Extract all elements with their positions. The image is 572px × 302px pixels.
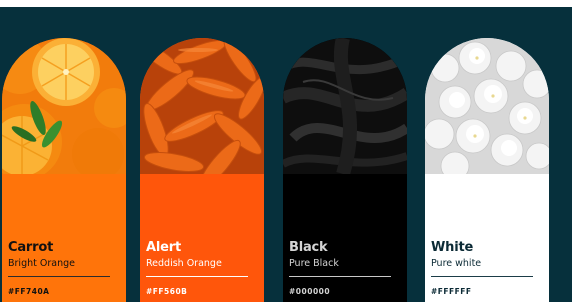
swatch-hex-code: #000000	[289, 287, 331, 296]
palette-canvas: Carrot Bright Orange #FF740A Alert Reddi…	[0, 0, 572, 302]
swatch-name: Black	[289, 240, 328, 255]
swatch-hex-code: #FF740A	[8, 287, 50, 296]
swatch-subtitle: Bright Orange	[8, 258, 75, 269]
swatch-card-black: Black Pure Black #000000	[283, 38, 407, 302]
swatch-divider	[146, 276, 248, 277]
swatch-card-alert: Alert Reddish Orange #FF560B	[140, 38, 264, 302]
swatch-divider	[289, 276, 391, 277]
swatch-name: Carrot	[8, 240, 54, 255]
oranges-photo	[2, 38, 126, 174]
swatch-divider	[8, 276, 110, 277]
carrots-photo	[140, 38, 264, 174]
swatch-card-carrot: Carrot Bright Orange #FF740A	[2, 38, 126, 302]
black-silk-photo	[283, 38, 407, 174]
swatch-subtitle: Pure Black	[289, 258, 339, 269]
swatch-divider	[431, 276, 533, 277]
swatch-subtitle: Reddish Orange	[146, 258, 222, 269]
swatch-card-white: White Pure white #FFFFFF	[425, 38, 549, 302]
swatch-name: White	[431, 240, 474, 255]
swatch-hex-code: #FFFFFF	[431, 287, 472, 296]
swatch-name: Alert	[146, 240, 181, 255]
swatch-hex-code: #FF560B	[146, 287, 188, 296]
swatch-subtitle: Pure white	[431, 258, 482, 269]
white-flowers-photo	[425, 38, 549, 174]
